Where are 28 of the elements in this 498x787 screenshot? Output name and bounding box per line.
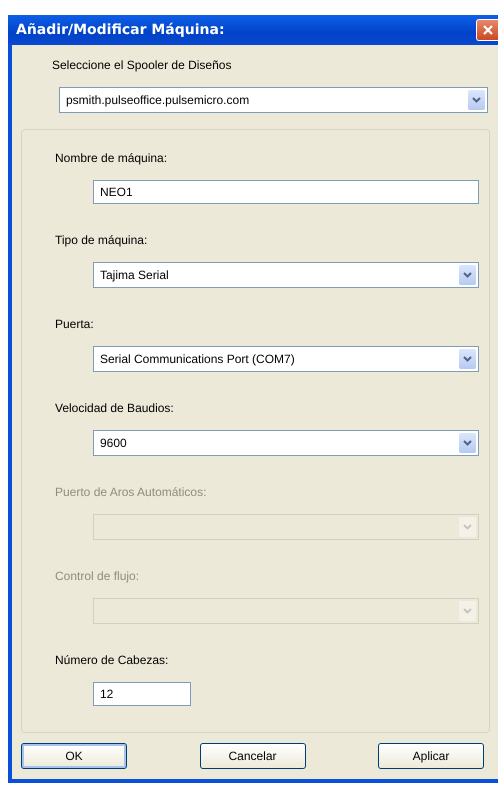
dialog-button[interactable]: Cancelar [200,743,306,769]
close-button[interactable] [476,19,498,41]
window-title: Añadir/Modificar Máquina: [16,22,225,38]
chevron-down-icon [463,524,472,530]
field-label: Nombre de máquina: [55,150,168,166]
chevron-down-icon [463,608,472,614]
dropdown[interactable]: Tajima Serial [93,262,479,288]
dropdown[interactable]: psmith.pulseoffice.pulsemicro.com [59,87,488,113]
field-label: Puerta: [55,316,95,332]
input-field[interactable]: 12 [93,682,191,706]
chevron-down-icon [463,440,472,446]
field-label: Número de Cabezas: [55,652,170,668]
chevron-down-icon [463,356,472,362]
dropdown[interactable] [93,598,479,624]
dropdown[interactable] [93,514,479,540]
chevron-down-icon [463,272,472,278]
field-label: Seleccione el Spooler de Diseños [52,57,232,73]
dropdown[interactable]: Serial Communications Port (COM7) [93,346,479,372]
field-label: Tipo de máquina: [55,232,148,248]
dropdown[interactable]: 9600 [93,430,479,456]
field-label: Puerto de Aros Automáticos: [55,484,208,500]
dialog-button[interactable]: OK [21,743,127,769]
input-field[interactable]: NEO1 [93,180,479,204]
field-label: Control de flujo: [55,568,140,584]
chevron-down-icon [472,96,481,104]
close-icon [482,24,494,36]
field-label: Velocidad de Baudios: [55,400,175,416]
dialog-button[interactable]: Aplicar [378,743,484,769]
